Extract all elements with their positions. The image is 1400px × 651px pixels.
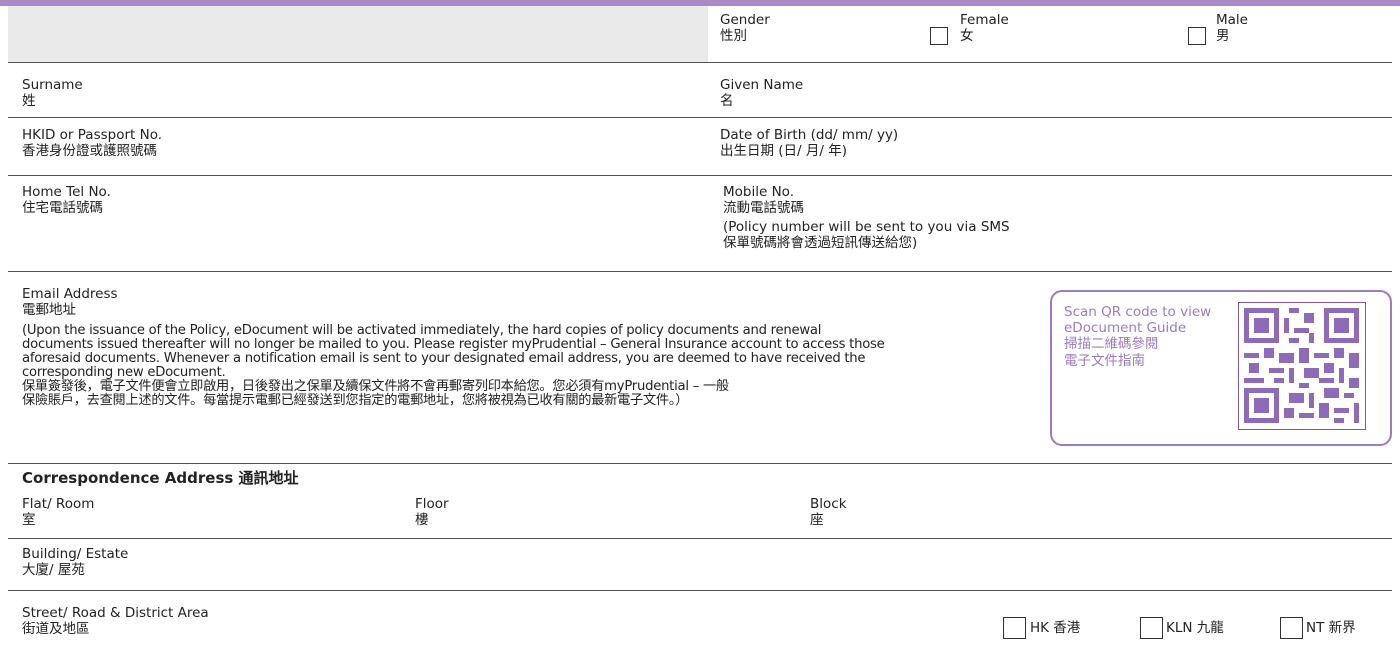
email-notice: (Upon the issuance of the Policy, eDocum… xyxy=(22,322,885,408)
mobile-field[interactable]: Mobile No. 流動電話號碼 (Policy number will be… xyxy=(723,184,1010,252)
surname-field[interactable]: Surname 姓 xyxy=(22,77,83,110)
qr-code-panel: Scan QR code to view eDocument Guide 掃描二… xyxy=(1050,290,1392,446)
hk-checkbox[interactable] xyxy=(1003,617,1026,639)
address-heading: Correspondence Address 通訊地址 xyxy=(22,469,299,487)
given-name-field[interactable]: Given Name 名 xyxy=(720,77,803,110)
row-divider xyxy=(8,590,1392,591)
nt-checkbox[interactable] xyxy=(1280,617,1303,639)
qr-caption: Scan QR code to view eDocument Guide 掃描二… xyxy=(1064,304,1212,369)
row-divider xyxy=(8,62,1392,63)
home-tel-field[interactable]: Home Tel No. 住宅電話號碼 xyxy=(22,184,111,217)
row-divider xyxy=(8,117,1392,118)
email-field[interactable]: Email Address 電郵地址 (Upon the issuance of… xyxy=(22,286,1040,408)
row-divider xyxy=(8,538,1392,539)
building-estate-field[interactable]: Building/ Estate 大廈/ 屋苑 xyxy=(22,546,128,579)
flat-room-field[interactable]: Flat/ Room 室 xyxy=(22,496,94,529)
kln-label: KLN 九龍 xyxy=(1166,620,1224,636)
nt-label: NT 新界 xyxy=(1306,620,1356,636)
blank-grey-cell xyxy=(8,6,708,62)
street-district-field[interactable]: Street/ Road & District Area 街道及地區 xyxy=(22,605,209,638)
male-label: Male 男 xyxy=(1216,12,1248,45)
kln-checkbox[interactable] xyxy=(1140,617,1163,639)
floor-field[interactable]: Floor 樓 xyxy=(415,496,449,529)
hk-label: HK 香港 xyxy=(1030,620,1081,636)
qr-code-icon[interactable] xyxy=(1238,302,1366,430)
row-divider xyxy=(8,463,1392,464)
dob-field[interactable]: Date of Birth (dd/ mm/ yy) 出生日期 (日/ 月/ 年… xyxy=(720,127,898,160)
hkid-field[interactable]: HKID or Passport No. 香港身份證或護照號碼 xyxy=(22,127,162,160)
row-divider xyxy=(8,175,1392,176)
female-checkbox[interactable] xyxy=(930,27,948,45)
male-checkbox[interactable] xyxy=(1188,27,1206,45)
row-divider xyxy=(8,271,1392,272)
female-label: Female 女 xyxy=(960,12,1009,45)
gender-label: Gender 性別 xyxy=(720,12,770,45)
block-field[interactable]: Block 座 xyxy=(810,496,847,529)
